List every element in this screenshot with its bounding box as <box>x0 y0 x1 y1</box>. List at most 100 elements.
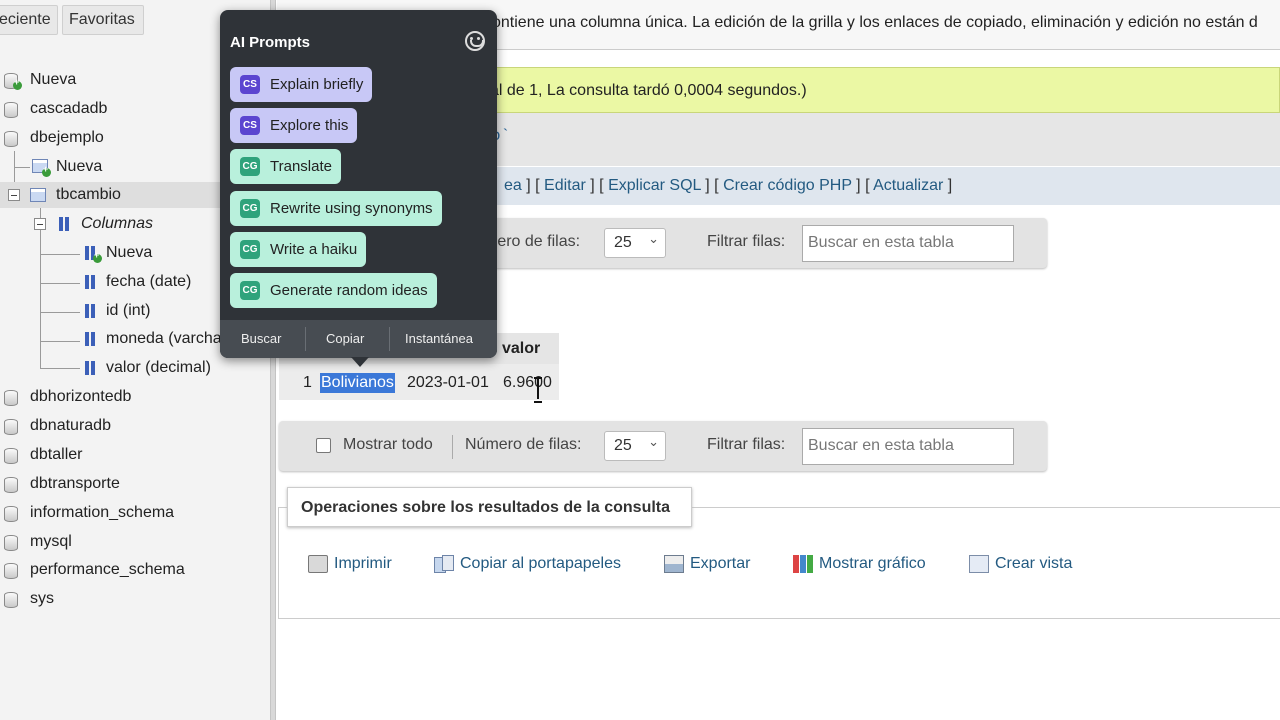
add-icon <box>93 250 102 263</box>
tree-node-label: cascadadb <box>30 100 108 117</box>
tree-node-label: mysql <box>30 533 72 550</box>
show-all-label[interactable]: Mostrar todo <box>343 436 433 454</box>
tree-node-database[interactable]: information_schema <box>0 500 270 526</box>
popup-footer: Buscar Copiar Instantánea <box>220 320 497 358</box>
column-icon <box>84 304 96 318</box>
tree-node-label: performance_schema <box>30 561 185 578</box>
prompt-badge: CG <box>240 240 260 259</box>
prompt-label: Explain briefly <box>270 76 364 93</box>
filter-rows-input[interactable]: Buscar en esta tabla <box>802 428 1014 465</box>
notice-text: ontiene una columna única. La edición de… <box>492 14 1258 31</box>
copy-icon <box>434 555 454 573</box>
chart-icon <box>793 555 813 573</box>
prompt-explain-briefly[interactable]: CS Explain briefly <box>230 67 373 102</box>
tree-node-label: dbtransporte <box>30 475 120 492</box>
tree-node-label: moneda (varcha <box>106 330 222 347</box>
rows-select[interactable]: 25 ⌄ <box>604 228 666 258</box>
filter-label: Filtrar filas: <box>707 436 786 453</box>
database-icon <box>4 534 18 551</box>
database-icon <box>4 130 18 147</box>
view-icon <box>969 555 989 573</box>
popup-pointer <box>351 357 369 367</box>
rows-select[interactable]: 25 ⌄ <box>604 431 666 461</box>
search-button[interactable]: Buscar <box>241 331 281 346</box>
add-icon <box>13 77 22 90</box>
success-text: al de 1, La consulta tardó 0,0004 segund… <box>490 82 807 99</box>
table-icon <box>30 188 46 202</box>
filter-rows-input[interactable]: Buscar en esta tabla <box>802 225 1014 262</box>
tree-node-label: dbhorizontedb <box>30 388 132 405</box>
column-icon <box>84 275 96 289</box>
copy-clipboard-button[interactable]: Copiar al portapapeles <box>434 555 621 573</box>
rows-label: mero de filas: <box>484 233 581 250</box>
prompt-badge: CG <box>240 199 260 218</box>
tree-node-label: Nueva <box>56 158 103 175</box>
tab-favorites[interactable]: Favoritas <box>62 5 144 35</box>
collapse-icon[interactable] <box>8 189 20 201</box>
tree-node-label: Nueva <box>30 71 77 88</box>
tree-node-label: id (int) <box>106 302 151 319</box>
tree-node-column[interactable]: valor (decimal) <box>0 355 270 381</box>
divider <box>389 327 390 351</box>
prompt-label: Explore this <box>270 117 349 134</box>
rows-select-value: 25 <box>614 437 632 454</box>
display-chart-button[interactable]: Mostrar gráfico <box>793 555 926 573</box>
copy-button[interactable]: Copiar <box>326 331 364 346</box>
cell-fecha[interactable]: 2023-01-01 <box>407 374 489 392</box>
tree-node-database[interactable]: dbtransporte <box>0 471 270 497</box>
show-all-checkbox[interactable] <box>316 438 331 453</box>
tree-node-database[interactable]: mysql <box>0 529 270 555</box>
link-refresh[interactable]: Actualizar <box>873 177 943 194</box>
link-explain-sql[interactable]: Explicar SQL <box>608 177 701 194</box>
smiley-icon[interactable] <box>465 31 485 51</box>
tree-node-database[interactable]: dbtaller <box>0 442 270 468</box>
database-icon <box>4 418 18 435</box>
tab-recent[interactable]: eciente <box>0 5 58 35</box>
filter-label: Filtrar filas: <box>707 233 786 250</box>
tree-node-label: information_schema <box>30 504 175 521</box>
ai-prompts-popup: AI Prompts CS Explain briefly CS Explore… <box>220 10 497 367</box>
link-partial[interactable]: ea <box>504 177 522 194</box>
snapshot-button[interactable]: Instantánea <box>405 331 473 346</box>
tree-node-database[interactable]: dbhorizontedb <box>0 384 270 410</box>
cell-valor[interactable]: 6.9600 <box>503 374 552 392</box>
table-row[interactable]: 1 Bolivianos 2023-01-01 6.9600 <box>279 364 559 400</box>
cell-id: 1 <box>303 374 312 391</box>
print-label: Imprimir <box>334 555 392 572</box>
tree-node-database[interactable]: sys <box>0 586 270 612</box>
tree-node-database[interactable]: performance_schema <box>0 557 270 583</box>
divider <box>305 327 306 351</box>
prompt-label: Translate <box>270 158 332 175</box>
export-button[interactable]: Exportar <box>664 555 750 573</box>
filter-rows-placeholder: Buscar en esta tabla <box>808 437 954 454</box>
database-icon <box>4 505 18 522</box>
prompt-rewrite-synonyms[interactable]: CG Rewrite using synonyms <box>230 191 442 226</box>
chevron-down-icon: ⌄ <box>648 231 659 246</box>
tree-node-label: tbcambio <box>56 186 121 203</box>
column-icon <box>84 361 96 375</box>
printer-icon <box>308 555 328 573</box>
link-edit[interactable]: Editar <box>544 177 586 194</box>
link-create-php[interactable]: Crear código PHP <box>723 177 852 194</box>
prompt-translate[interactable]: CG Translate <box>230 149 341 184</box>
prompt-badge: CS <box>240 75 260 94</box>
export-label: Exportar <box>690 555 751 572</box>
prompt-random-ideas[interactable]: CG Generate random ideas <box>230 273 437 308</box>
column-header-valor[interactable]: valor <box>502 340 540 358</box>
tree-node-label: Nueva <box>106 244 153 261</box>
prompt-explore-this[interactable]: CS Explore this <box>230 108 358 143</box>
tree-node-label: dbtaller <box>30 446 83 463</box>
create-view-button[interactable]: Crear vista <box>969 555 1072 573</box>
chevron-down-icon: ⌄ <box>648 434 659 449</box>
tree-node-database[interactable]: dbnaturadb <box>0 413 270 439</box>
tab-favorites-label: Favoritas <box>69 11 135 28</box>
cell-moneda[interactable]: Bolivianos <box>320 373 395 393</box>
collapse-icon[interactable] <box>34 218 46 230</box>
column-icon <box>84 332 96 346</box>
database-icon <box>4 389 18 406</box>
database-icon <box>4 476 18 493</box>
create-view-label: Crear vista <box>995 555 1073 572</box>
tab-recent-label: eciente <box>0 11 51 28</box>
print-button[interactable]: Imprimir <box>308 555 392 573</box>
prompt-write-haiku[interactable]: CG Write a haiku <box>230 232 367 267</box>
